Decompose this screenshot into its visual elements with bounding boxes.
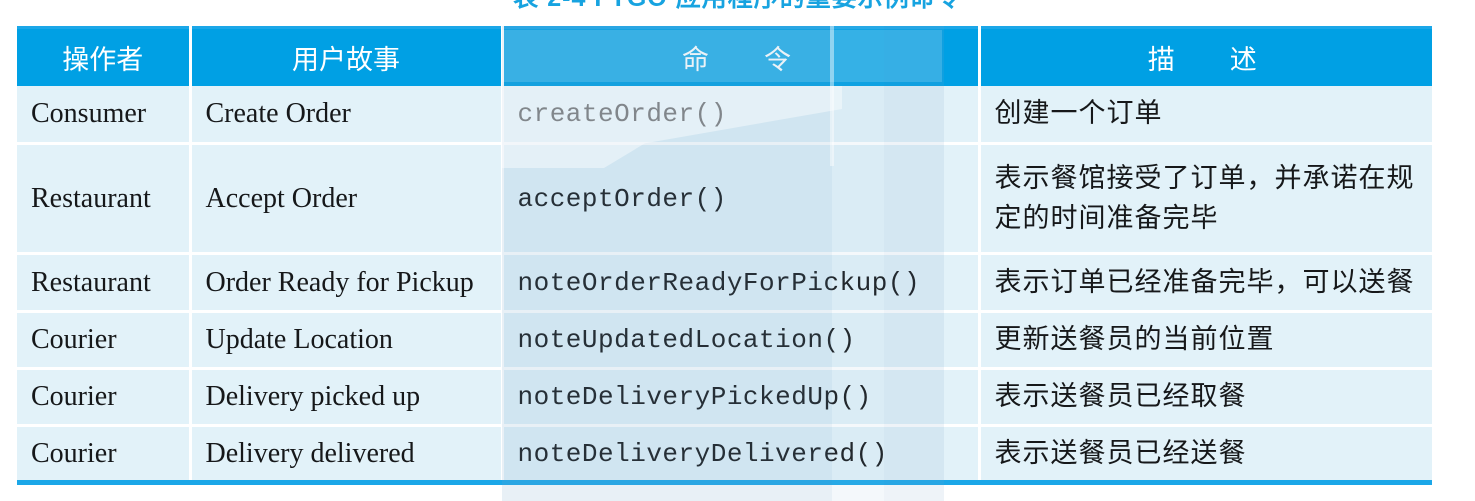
column-header-user-story: 用户故事 (190, 27, 504, 86)
cell-user-story: Accept Order (190, 143, 504, 255)
cell-command: noteDeliveryPickedUp() (502, 368, 981, 427)
cell-description: 表示餐馆接受了订单，并承诺在规定的时间准备完毕 (979, 143, 1432, 255)
table-row: Courier Update Location noteUpdatedLocat… (17, 311, 1432, 370)
column-header-actor: 操作者 (17, 27, 192, 86)
cell-command: noteDeliveryDelivered() (502, 425, 981, 483)
cell-description: 表示送餐员已经送餐 (979, 425, 1432, 483)
cell-actor: Courier (17, 368, 192, 427)
table-caption-strip: 表 2-4 FTGO 应用程序的重要示例命令 (0, 0, 1475, 22)
command-table-container: 操作者 用户故事 命 令 描 述 Consumer Create Order c… (17, 26, 1432, 494)
table-row: Restaurant Accept Order acceptOrder() 表示… (17, 143, 1432, 255)
cell-description: 创建一个订单 (979, 85, 1432, 145)
table-row: Courier Delivery picked up noteDeliveryP… (17, 368, 1432, 427)
table-row: Courier Delivery delivered noteDeliveryD… (17, 425, 1432, 483)
table-caption: 表 2-4 FTGO 应用程序的重要示例命令 (0, 0, 1475, 14)
cell-actor: Courier (17, 425, 192, 483)
cell-actor: Courier (17, 311, 192, 370)
cell-description: 表示送餐员已经取餐 (979, 368, 1432, 427)
table-row: Consumer Create Order createOrder() 创建一个… (17, 85, 1432, 145)
column-header-command: 命 令 (502, 27, 981, 86)
column-header-description: 描 述 (979, 27, 1432, 86)
cell-user-story: Create Order (190, 85, 504, 145)
cell-description: 表示订单已经准备完毕，可以送餐 (979, 253, 1432, 313)
cell-command: createOrder() (502, 85, 981, 145)
table-row: Restaurant Order Ready for Pickup noteOr… (17, 253, 1432, 313)
cell-actor: Restaurant (17, 143, 192, 255)
cell-description: 更新送餐员的当前位置 (979, 311, 1432, 370)
cell-user-story: Delivery picked up (190, 368, 504, 427)
cell-user-story: Delivery delivered (190, 425, 504, 483)
cell-user-story: Order Ready for Pickup (190, 253, 504, 313)
cell-command: noteUpdatedLocation() (502, 311, 981, 370)
cell-user-story: Update Location (190, 311, 504, 370)
ftgo-commands-table: 操作者 用户故事 命 令 描 述 Consumer Create Order c… (17, 26, 1432, 485)
cell-command: acceptOrder() (502, 143, 981, 255)
cell-actor: Restaurant (17, 253, 192, 313)
table-header-row: 操作者 用户故事 命 令 描 述 (17, 27, 1432, 86)
cell-command: noteOrderReadyForPickup() (502, 253, 981, 313)
table-body: Consumer Create Order createOrder() 创建一个… (17, 85, 1432, 483)
cell-actor: Consumer (17, 85, 192, 145)
table-header: 操作者 用户故事 命 令 描 述 (17, 27, 1432, 86)
